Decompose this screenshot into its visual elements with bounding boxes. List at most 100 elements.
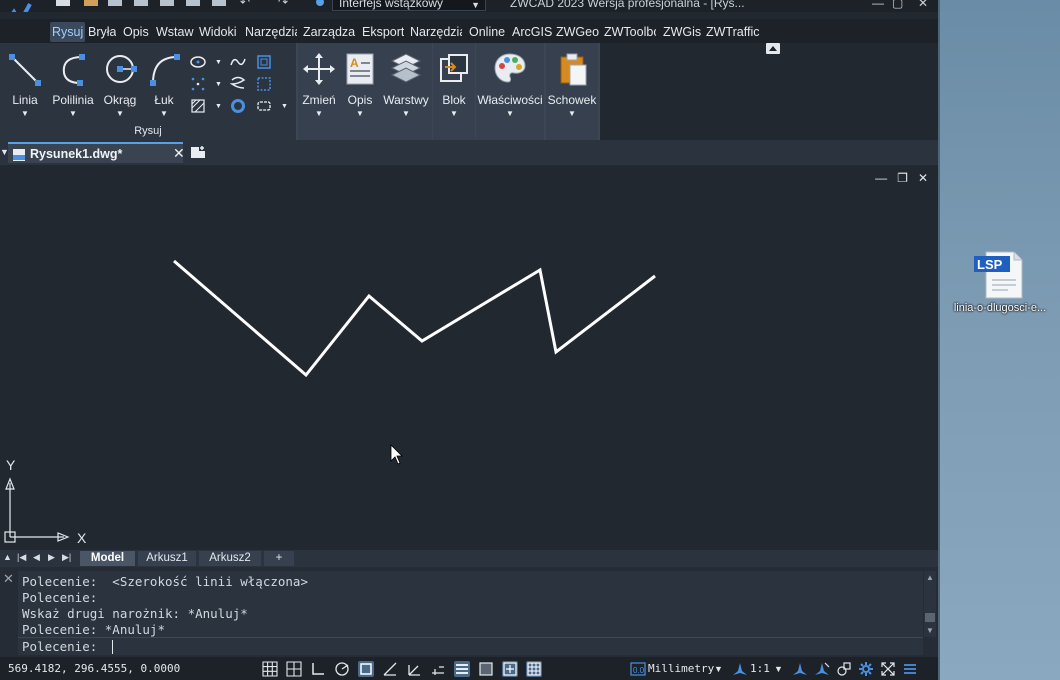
menu-item-zarzadzanie[interactable]: Zarządzar: [303, 22, 355, 42]
point-icon[interactable]: [190, 76, 206, 92]
transparency-icon[interactable]: [478, 661, 494, 677]
polar-tracking-icon[interactable]: [334, 661, 350, 677]
save-as-icon[interactable]: [134, 0, 148, 6]
menu-item-arcgis[interactable]: ArcGIS: [512, 22, 552, 42]
minimize-icon[interactable]: —: [872, 0, 884, 10]
menu-item-eksport[interactable]: Eksport: [362, 22, 404, 42]
annotation-scale-value[interactable]: 1:1: [750, 662, 770, 675]
scroll-up-icon[interactable]: ▲: [926, 573, 934, 582]
workspace-select[interactable]: Interfejs wstążkowy ▼: [332, 0, 486, 11]
ortho-mode-icon[interactable]: [310, 661, 326, 677]
object-snap-tracking-icon[interactable]: [382, 661, 398, 677]
last-tab-icon[interactable]: ▶|: [62, 552, 71, 563]
lsp-file-label[interactable]: linia-o-dlugosci-e...: [944, 302, 1056, 314]
chevron-down-icon[interactable]: ▼: [281, 103, 288, 110]
selection-cycling-icon[interactable]: [502, 661, 518, 677]
dynamic-input-icon[interactable]: [430, 661, 446, 677]
zmien-button[interactable]: Zmień ▼: [298, 47, 340, 135]
command-input[interactable]: Polecenie:: [18, 637, 923, 655]
helix-icon[interactable]: [230, 76, 246, 92]
undo-icon[interactable]: ↶: [240, 0, 254, 9]
object-snap-icon[interactable]: [358, 661, 374, 677]
collapse-ribbon-button[interactable]: [766, 43, 780, 54]
blok-button[interactable]: Blok ▼: [433, 47, 475, 135]
close-icon[interactable]: ✕: [173, 145, 185, 162]
new-tab-icon[interactable]: [190, 145, 206, 159]
donut-icon[interactable]: [230, 98, 246, 114]
hatch-icon[interactable]: [190, 98, 206, 114]
menu-item-zwtoolbox[interactable]: ZWToolbo: [604, 22, 656, 42]
wlasciwosci-button[interactable]: Właściwości ▼: [476, 47, 544, 135]
menu-item-widoki[interactable]: Widoki: [199, 22, 237, 42]
quick-properties-icon[interactable]: [526, 661, 542, 677]
menu-item-opis[interactable]: Opis: [123, 22, 149, 42]
menu-item-zwtraffic[interactable]: ZWTraffic: [706, 22, 759, 42]
ellipse-icon[interactable]: [190, 54, 206, 70]
tab-arkusz1[interactable]: Arkusz1: [138, 551, 196, 566]
chevron-down-icon[interactable]: ▼: [215, 59, 222, 66]
units-value[interactable]: Millimetry: [648, 662, 714, 675]
chevron-down-icon[interactable]: ▼: [215, 103, 222, 110]
scroll-thumb[interactable]: [925, 613, 935, 622]
menu-item-narzedzia[interactable]: Narzędzia: [245, 22, 297, 42]
save-icon[interactable]: [108, 0, 122, 6]
dynamic-ucs-icon[interactable]: [406, 661, 422, 677]
okrag-button[interactable]: Okrąg ▼: [100, 47, 140, 135]
settings-gear-icon[interactable]: [858, 661, 874, 677]
add-layout-button[interactable]: +: [264, 551, 294, 566]
annotation-scale-icon[interactable]: [732, 661, 748, 677]
close-icon[interactable]: ✕: [3, 571, 16, 586]
annotation-visibility-icon[interactable]: [792, 661, 808, 677]
new-file-icon[interactable]: [56, 0, 70, 6]
app-logo-icon[interactable]: [0, 0, 44, 12]
menu-item-rysuj[interactable]: Rysuj: [50, 22, 86, 42]
scroll-up-icon[interactable]: ▲: [3, 552, 12, 562]
fullscreen-icon[interactable]: [880, 661, 896, 677]
close-icon[interactable]: ✕: [918, 0, 928, 10]
tab-model[interactable]: Model: [80, 551, 135, 566]
next-tab-icon[interactable]: ▶: [48, 552, 55, 563]
warstwy-button[interactable]: Warstwy ▼: [380, 47, 432, 135]
units-icon[interactable]: 0.0: [630, 661, 646, 677]
publish-icon[interactable]: [212, 0, 226, 6]
auto-scale-icon[interactable]: [814, 661, 830, 677]
polilinia-button[interactable]: Polilinia ▼: [50, 47, 96, 135]
customize-menu-icon[interactable]: [902, 661, 918, 677]
lineweight-icon[interactable]: [454, 661, 470, 677]
print-icon[interactable]: [160, 0, 174, 6]
grid-display-icon[interactable]: [262, 661, 278, 677]
tab-arkusz2[interactable]: Arkusz2: [199, 551, 261, 566]
drawn-polyline[interactable]: [173, 259, 656, 378]
snap-mode-icon[interactable]: [286, 661, 302, 677]
menu-item-bryla[interactable]: Bryła: [88, 22, 116, 42]
help-icon[interactable]: [316, 0, 324, 6]
drawing-canvas[interactable]: — ❐ ✕ Y X: [0, 165, 940, 550]
schowek-button[interactable]: Schowek ▼: [546, 47, 598, 135]
spline-icon[interactable]: [230, 54, 246, 70]
chevron-down-icon[interactable]: ▼: [215, 81, 222, 88]
command-scrollbar[interactable]: ▲ ▼: [924, 571, 936, 637]
revcloud-icon[interactable]: [256, 98, 272, 114]
menu-item-narzedzia-2[interactable]: Narzędzia: [410, 22, 462, 42]
menu-item-zwgis[interactable]: ZWGis: [663, 22, 701, 42]
maximize-icon[interactable]: ▢: [892, 0, 903, 10]
lsp-file-icon[interactable]: LSP: [972, 250, 1028, 300]
menu-item-online[interactable]: Online: [469, 22, 505, 42]
plot-icon[interactable]: [186, 0, 200, 6]
chevron-down-icon[interactable]: ▼: [774, 664, 783, 674]
region-icon[interactable]: [256, 54, 272, 70]
linia-button[interactable]: Linia ▼: [4, 47, 46, 135]
document-tab-rysunek1[interactable]: Rysunek1.dwg* ✕: [8, 142, 185, 163]
menu-item-wstaw[interactable]: Wstaw: [156, 22, 194, 42]
first-tab-icon[interactable]: |◀: [17, 552, 26, 563]
luk-button[interactable]: Łuk ▼: [144, 47, 184, 135]
scroll-down-icon[interactable]: ▼: [926, 626, 934, 635]
prev-tab-icon[interactable]: ◀: [33, 552, 40, 563]
boundary-icon[interactable]: [256, 76, 272, 92]
opis-button[interactable]: A Opis ▼: [340, 47, 380, 135]
redo-icon[interactable]: ↷: [278, 0, 292, 9]
chevron-down-icon[interactable]: ▼: [714, 664, 723, 674]
open-folder-icon[interactable]: [84, 0, 98, 6]
menu-item-zwgeo[interactable]: ZWGeo: [556, 22, 599, 42]
workspace-switch-icon[interactable]: [836, 661, 852, 677]
